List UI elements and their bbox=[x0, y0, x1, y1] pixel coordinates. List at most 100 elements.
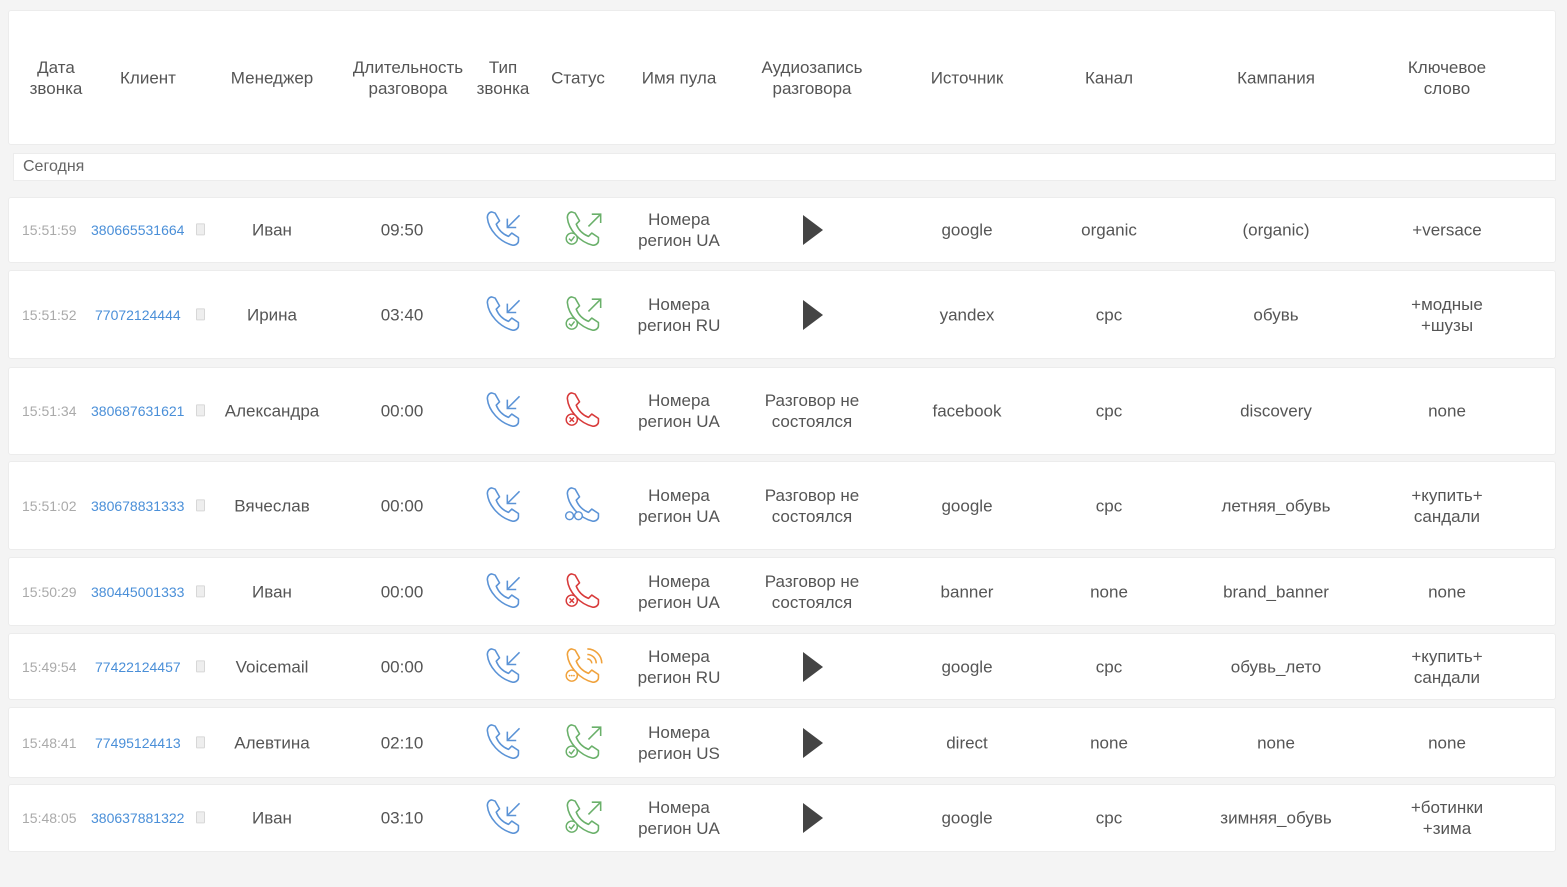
missed-call-icon bbox=[564, 569, 604, 614]
keyword: +купить+ сандали bbox=[1411, 646, 1483, 687]
copy-icon[interactable] bbox=[196, 735, 205, 748]
channel: cpc bbox=[1095, 496, 1123, 515]
manager-name: Ирина bbox=[246, 305, 298, 324]
table-row[interactable]: 15:48:41 77495124413 Алевтина 02:10 Номера р… bbox=[8, 707, 1556, 778]
table-row[interactable]: 15:49:54 77422124457 Voicemail 00:00 Номера … bbox=[8, 633, 1556, 700]
group-today: Сегодня bbox=[13, 153, 1556, 181]
voicemail-call-icon bbox=[564, 644, 604, 689]
call-duration: 03:10 bbox=[380, 808, 424, 828]
record-status: Разговор не состоялся bbox=[764, 485, 860, 526]
call-time: 15:51:02 bbox=[22, 497, 77, 514]
call-time: 15:48:41 bbox=[22, 734, 77, 751]
copy-icon[interactable] bbox=[196, 404, 205, 417]
table-row[interactable]: 15:51:59 380665531664 Иван 09:50 Номера реги… bbox=[8, 197, 1556, 263]
header-campaign[interactable]: Кампания bbox=[1237, 67, 1315, 88]
play-icon[interactable] bbox=[803, 651, 823, 682]
table-row[interactable]: 15:50:29 380445001333 Иван 00:00 Номера реги… bbox=[8, 557, 1556, 626]
header-duration[interactable]: Длительность разговора bbox=[353, 57, 463, 99]
copy-icon[interactable] bbox=[196, 659, 205, 672]
client-phone-link[interactable]: 380637881322 bbox=[91, 810, 184, 826]
play-icon[interactable] bbox=[803, 299, 823, 330]
call-time: 15:51:59 bbox=[22, 222, 77, 238]
pool-name: Номера регион US bbox=[638, 722, 720, 763]
client-phone-link[interactable]: 77495124413 bbox=[95, 735, 181, 751]
copy-icon[interactable] bbox=[196, 584, 205, 597]
campaign: летняя_обувь bbox=[1221, 496, 1331, 515]
header-source[interactable]: Источник bbox=[931, 67, 1004, 88]
campaign: brand_banner bbox=[1223, 582, 1329, 601]
keyword: +купить+ сандали bbox=[1411, 485, 1483, 526]
copy-icon[interactable] bbox=[196, 223, 205, 236]
header-channel[interactable]: Канал bbox=[1085, 67, 1133, 88]
incoming-call-icon bbox=[484, 796, 524, 841]
client-phone-link[interactable]: 77422124457 bbox=[95, 659, 181, 675]
channel: organic bbox=[1081, 220, 1137, 240]
keyword: +модные +шузы bbox=[1411, 294, 1483, 335]
source: google bbox=[941, 496, 993, 515]
copy-icon[interactable] bbox=[196, 811, 205, 824]
busy-call-icon bbox=[564, 483, 604, 528]
call-duration: 00:00 bbox=[380, 657, 424, 676]
incoming-call-icon bbox=[484, 208, 524, 253]
header-date[interactable]: Дата звонка bbox=[30, 57, 83, 99]
header-record[interactable]: Аудиозапись разговора bbox=[761, 57, 862, 99]
source: direct bbox=[946, 733, 988, 752]
table-row[interactable]: 15:51:34 380687631621 Александра 00:00 Номер… bbox=[8, 367, 1556, 455]
call-duration: 00:00 bbox=[380, 496, 424, 515]
campaign: зимняя_обувь bbox=[1220, 808, 1332, 828]
table-row[interactable]: 15:51:52 77072124444 Ирина 03:40 Номера реги… bbox=[8, 270, 1556, 359]
client-phone-link[interactable]: 380678831333 bbox=[91, 498, 184, 514]
call-duration: 09:50 bbox=[380, 220, 424, 240]
header-pool[interactable]: Имя пула bbox=[642, 67, 717, 88]
manager-name: Алевтина bbox=[234, 733, 310, 752]
campaign: discovery bbox=[1240, 401, 1312, 421]
client-phone-link[interactable]: 380445001333 bbox=[91, 584, 184, 600]
keyword: none bbox=[1428, 733, 1466, 752]
channel: cpc bbox=[1095, 305, 1123, 324]
call-time: 15:50:29 bbox=[22, 583, 77, 600]
answered-call-icon bbox=[564, 292, 604, 337]
copy-icon[interactable] bbox=[196, 307, 205, 320]
pool-name: Номера регион UA bbox=[638, 210, 720, 250]
pool-name: Номера регион RU bbox=[637, 646, 721, 687]
missed-call-icon bbox=[564, 389, 604, 434]
manager-name: Вячеслав bbox=[234, 496, 310, 515]
client-phone-link[interactable]: 380665531664 bbox=[91, 222, 184, 238]
header-manager[interactable]: Менеджер bbox=[231, 67, 313, 88]
campaign: обувь_лето bbox=[1230, 657, 1322, 676]
campaign: обувь bbox=[1253, 305, 1299, 324]
header-type[interactable]: Тип звонка bbox=[477, 57, 530, 99]
header-client[interactable]: Клиент bbox=[120, 67, 176, 88]
incoming-call-icon bbox=[484, 644, 524, 689]
record-status: Разговор не состоялся bbox=[764, 571, 860, 612]
incoming-call-icon bbox=[484, 483, 524, 528]
keyword: none bbox=[1428, 401, 1466, 421]
header-keyword[interactable]: Ключевое слово bbox=[1408, 57, 1486, 99]
manager-name: Иван bbox=[252, 808, 292, 828]
channel: cpc bbox=[1095, 657, 1123, 676]
client-phone-link[interactable]: 380687631621 bbox=[91, 403, 184, 419]
table-row[interactable]: 15:48:05 380637881322 Иван 03:10 Номера реги… bbox=[8, 784, 1556, 852]
copy-icon[interactable] bbox=[196, 498, 205, 511]
answered-call-icon bbox=[564, 796, 604, 841]
campaign: none bbox=[1257, 733, 1295, 752]
play-icon[interactable] bbox=[803, 727, 823, 758]
table-row[interactable]: 15:51:02 380678831333 Вячеслав 00:00 Номера … bbox=[8, 461, 1556, 550]
campaign: (organic) bbox=[1242, 220, 1310, 240]
manager-name: Voicemail bbox=[235, 657, 309, 676]
manager-name: Иван bbox=[252, 220, 292, 240]
answered-call-icon bbox=[564, 720, 604, 765]
header-status[interactable]: Статус bbox=[551, 67, 605, 88]
call-time: 15:49:54 bbox=[22, 658, 77, 675]
incoming-call-icon bbox=[484, 389, 524, 434]
play-icon[interactable] bbox=[803, 215, 823, 245]
table-header: Дата звонка Клиент Менеджер Длительность… bbox=[8, 10, 1556, 145]
answered-call-icon bbox=[564, 208, 604, 253]
source: google bbox=[941, 220, 993, 240]
client-phone-link[interactable]: 77072124444 bbox=[95, 307, 181, 323]
call-time: 15:51:52 bbox=[22, 306, 77, 323]
play-icon[interactable] bbox=[803, 803, 823, 833]
source: banner bbox=[940, 582, 994, 601]
manager-name: Иван bbox=[252, 582, 292, 601]
keyword: none bbox=[1428, 582, 1466, 601]
